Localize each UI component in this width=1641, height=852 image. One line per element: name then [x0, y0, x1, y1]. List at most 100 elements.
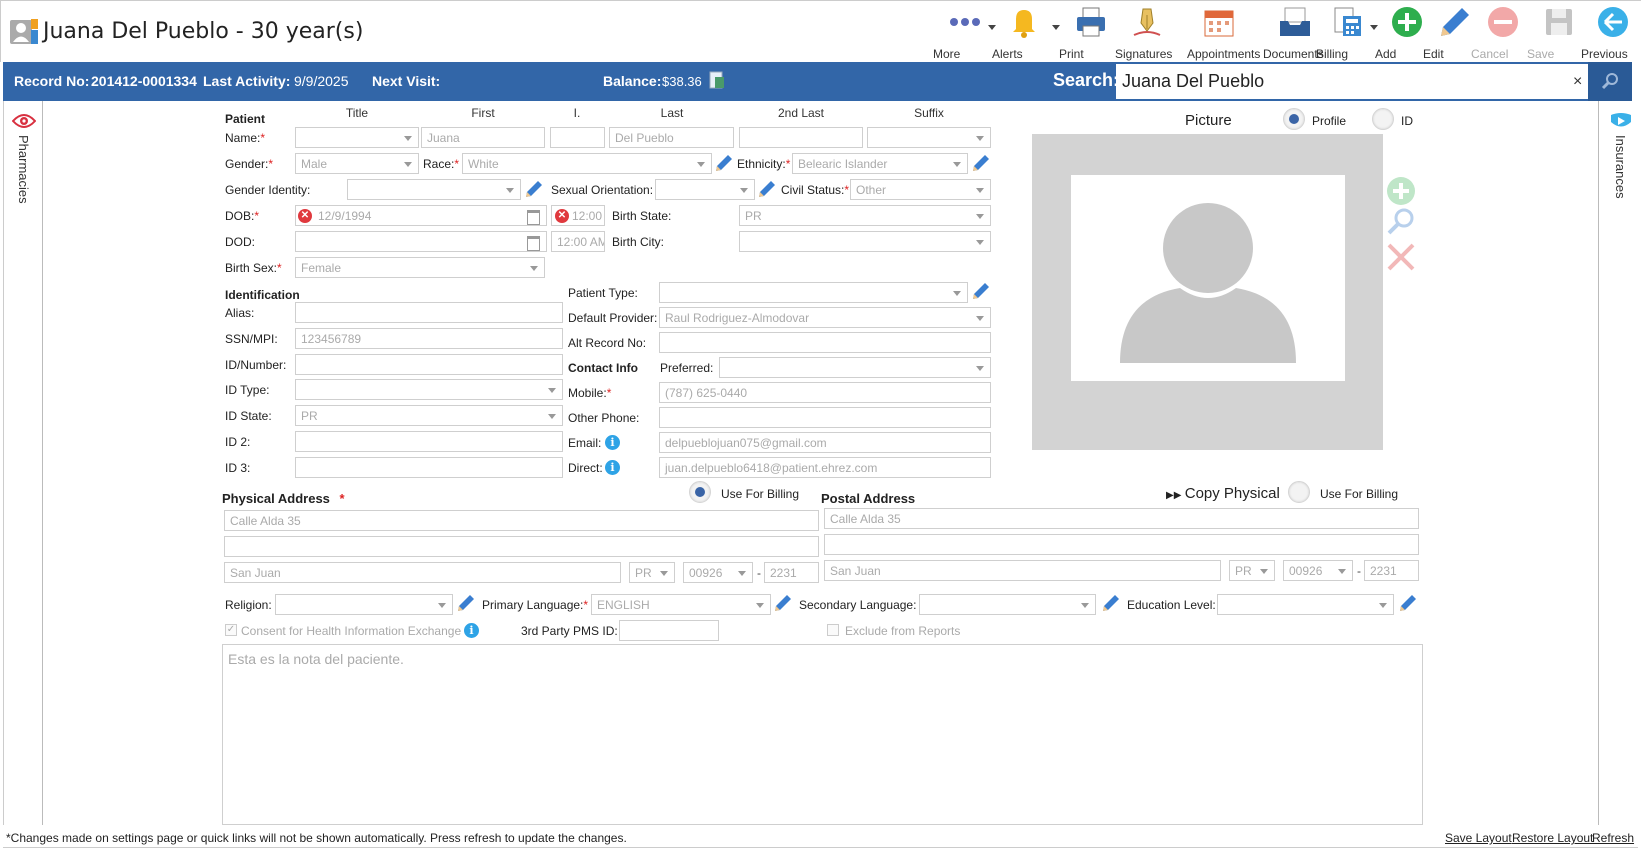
email-info-icon[interactable]: i [605, 435, 620, 450]
sexual-orientation-select[interactable] [655, 179, 755, 200]
print-button[interactable]: Print [1059, 5, 1123, 61]
save-layout-link[interactable]: Save Layout [1445, 831, 1512, 845]
profile-radio[interactable] [1283, 108, 1305, 130]
preferred-contact-select[interactable] [719, 357, 991, 378]
cancel-button[interactable]: Cancel [1471, 5, 1535, 61]
religion-edit-pencil-icon[interactable] [456, 593, 476, 613]
physical-address-line2-field[interactable] [224, 536, 819, 557]
more-button[interactable]: More [933, 5, 997, 61]
physical-use-for-billing-label: Use For Billing [721, 487, 800, 501]
restore-layout-link[interactable]: Restore Layout [1512, 831, 1593, 845]
id-radio[interactable] [1372, 108, 1394, 130]
id3-field[interactable] [295, 457, 563, 478]
add-picture-icon[interactable] [1386, 176, 1416, 206]
third-party-pms-field[interactable] [619, 620, 719, 641]
sexual-orientation-edit-pencil-icon[interactable] [757, 179, 777, 199]
alias-field[interactable] [295, 302, 563, 323]
other-phone-field[interactable] [659, 407, 991, 428]
physical-zip4-field[interactable]: 2231 [764, 562, 819, 583]
secondary-language-edit-pencil-icon[interactable] [1101, 593, 1121, 613]
education-level-select[interactable] [1217, 594, 1394, 615]
consent-info-icon[interactable]: i [464, 623, 479, 638]
birth-city-select[interactable] [739, 231, 991, 252]
dob-field[interactable]: 12/9/1994 [295, 205, 547, 226]
physical-use-for-billing-radio[interactable] [689, 481, 711, 503]
search-icon [1601, 73, 1618, 90]
id-type-label: ID Type: [225, 383, 270, 397]
physical-state-select[interactable]: PR [629, 562, 675, 583]
second-last-name-field[interactable] [739, 127, 863, 148]
primary-language-edit-pencil-icon[interactable] [773, 593, 793, 613]
dob-label: DOB:* [225, 209, 260, 223]
mobile-field[interactable]: (787) 625-0440 [659, 382, 991, 403]
birth-sex-select[interactable]: Female [295, 257, 545, 278]
gender-select[interactable]: Male [295, 153, 419, 174]
primary-language-select[interactable]: ENGLISH [591, 594, 771, 615]
education-level-edit-pencil-icon[interactable] [1398, 593, 1418, 613]
gender-identity-edit-pencil-icon[interactable] [524, 179, 544, 199]
save-label: Save [1527, 47, 1555, 61]
exclude-from-reports-label: Exclude from Reports [845, 624, 961, 638]
default-provider-select[interactable]: Raul Rodriguez-Almodovar [659, 307, 991, 328]
previous-button[interactable]: Previous [1581, 5, 1641, 61]
appointments-button[interactable]: Appointments [1187, 5, 1260, 61]
postal-city-field[interactable]: San Juan [824, 560, 1221, 581]
postal-zip4-field[interactable]: 2231 [1364, 560, 1419, 581]
patient-search-input[interactable] [1116, 64, 1588, 99]
suffix-select[interactable] [867, 127, 991, 148]
first-name-field[interactable]: Juana [421, 127, 545, 148]
pharmacies-tab[interactable]: Pharmacies [12, 111, 36, 204]
dod-field[interactable] [295, 231, 547, 252]
billing-label: Billing [1316, 47, 1349, 61]
secondary-language-select[interactable] [919, 594, 1096, 615]
id-state-select[interactable]: PR [295, 405, 563, 426]
signatures-button[interactable]: Signatures [1115, 5, 1179, 61]
delete-picture-icon[interactable] [1386, 242, 1416, 272]
alt-record-field[interactable] [659, 332, 991, 353]
gender-identity-select[interactable] [347, 179, 521, 200]
copy-physical-button[interactable]: ▶▶ Copy Physical [1166, 485, 1280, 502]
birth-state-select[interactable]: PR [739, 205, 991, 226]
id-number-field[interactable] [295, 354, 563, 375]
middle-initial-field[interactable] [550, 127, 605, 148]
email-field[interactable]: delpueblojuan075@gmail.com [659, 432, 991, 453]
postal-use-for-billing-radio[interactable] [1288, 481, 1310, 503]
documents-label: Documents [1263, 47, 1324, 61]
physical-city-field[interactable]: San Juan [224, 562, 621, 583]
ssn-field[interactable]: 123456789 [295, 328, 563, 349]
physical-address-line1-field[interactable]: Calle Alda 35 [224, 510, 819, 531]
physical-zip-select[interactable]: 00926 [683, 562, 753, 583]
last-name-field[interactable]: Del Pueblo [609, 127, 734, 148]
exclude-from-reports-checkbox[interactable] [827, 624, 839, 636]
patient-picture-frame[interactable] [1032, 134, 1383, 450]
postal-address-line1-field[interactable]: Calle Alda 35 [824, 508, 1419, 529]
birth-city-label: Birth City: [612, 235, 665, 249]
alerts-button[interactable]: Alerts [992, 5, 1056, 61]
direct-info-icon[interactable]: i [605, 460, 620, 475]
billing-button[interactable]: Billing [1316, 5, 1380, 61]
postal-address-line2-field[interactable] [824, 534, 1419, 555]
refresh-link[interactable]: Refresh [1592, 831, 1634, 845]
patient-type-select[interactable] [659, 282, 968, 303]
religion-select[interactable] [275, 594, 453, 615]
ethnicity-edit-pencil-icon[interactable] [971, 153, 991, 173]
postal-state-select[interactable]: PR [1229, 560, 1275, 581]
direct-address-field[interactable]: juan.delpueblo6418@patient.ehrez.com [659, 457, 991, 478]
insurances-tab[interactable]: Insurances [1609, 111, 1633, 199]
race-select[interactable]: White [462, 153, 712, 174]
ledger-icon[interactable] [709, 71, 725, 89]
dod-time-field[interactable]: 12:00 AM [551, 231, 605, 252]
ethnicity-select[interactable]: Belearic Islander [792, 153, 968, 174]
postal-zip-select[interactable]: 00926 [1283, 560, 1353, 581]
clear-search-icon[interactable]: × [1573, 73, 1582, 91]
search-button[interactable] [1588, 62, 1632, 101]
consent-checkbox[interactable]: ✓ [225, 624, 237, 636]
patient-notes-textarea[interactable]: Esta es la nota del paciente. [222, 644, 1423, 825]
race-edit-pencil-icon[interactable] [714, 153, 734, 173]
patient-type-edit-pencil-icon[interactable] [971, 281, 991, 301]
id-type-select[interactable] [295, 379, 563, 400]
id2-field[interactable] [295, 431, 563, 452]
civil-status-select[interactable]: Other [850, 179, 991, 200]
zoom-picture-icon[interactable] [1386, 208, 1416, 236]
title-select[interactable] [295, 127, 419, 148]
